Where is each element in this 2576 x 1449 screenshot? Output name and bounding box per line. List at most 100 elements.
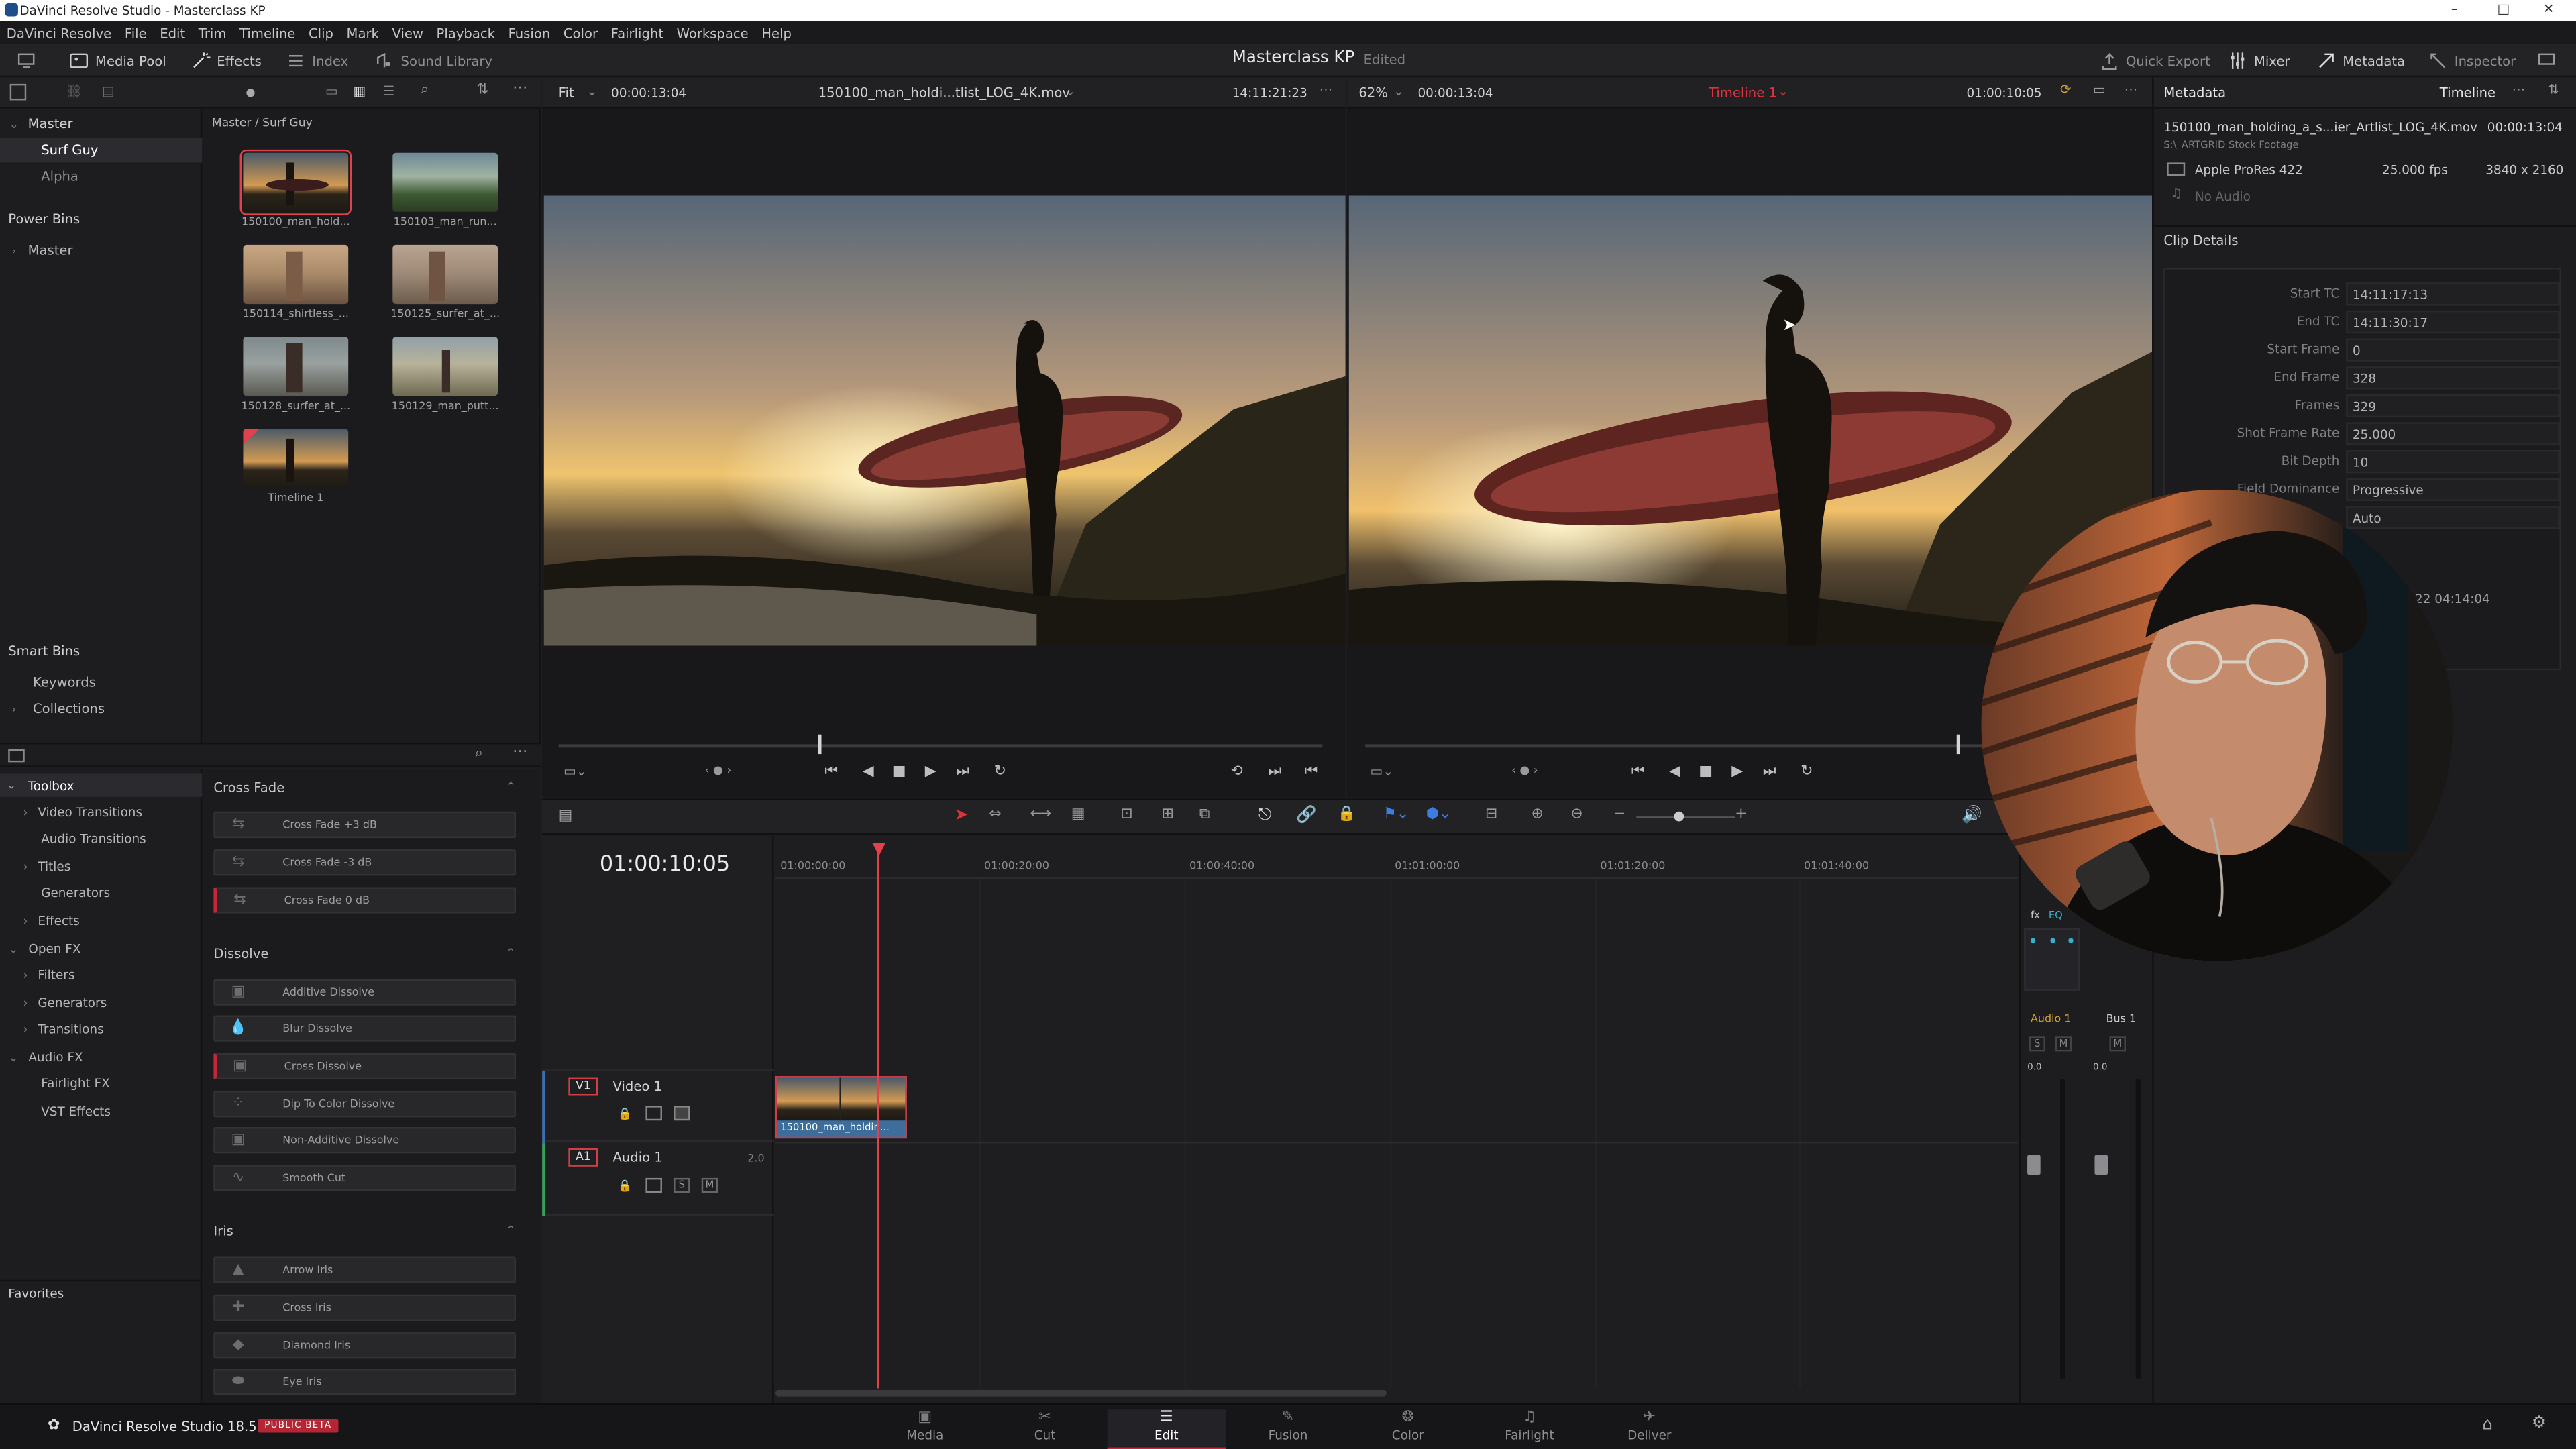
media-pool-button[interactable]: Media Pool bbox=[69, 51, 166, 70]
timeline-name[interactable]: Timeline 1 bbox=[1709, 85, 1777, 100]
detail-zoom-icon[interactable]: ⊕ bbox=[1531, 806, 1543, 822]
position-lock-icon[interactable]: 🔒 bbox=[1337, 806, 1355, 822]
sidebar-toggle-icon[interactable] bbox=[9, 83, 27, 101]
field-value[interactable]: 10 bbox=[2346, 450, 2560, 474]
menu-workspace[interactable]: Workspace bbox=[677, 25, 749, 40]
clip-thumbnail[interactable] bbox=[239, 149, 352, 215]
sync-icon[interactable]: ⟳ bbox=[2060, 82, 2071, 97]
field-value[interactable]: Progressive bbox=[2346, 478, 2560, 501]
list-view-icon[interactable]: ☰ bbox=[383, 84, 395, 99]
monitor-icon[interactable] bbox=[2536, 51, 2556, 70]
timeline-playhead-line[interactable] bbox=[877, 843, 879, 1389]
more-options-icon[interactable]: ⋯ bbox=[1320, 82, 1333, 97]
toolbox-item[interactable]: Fairlight FX bbox=[0, 1071, 202, 1094]
v1-track-tag[interactable]: V1 bbox=[568, 1077, 598, 1096]
clip-thumbnail[interactable] bbox=[243, 337, 349, 396]
toolbox-item[interactable]: › Effects bbox=[0, 908, 202, 931]
field-value[interactable]: 25.000 bbox=[2346, 422, 2560, 445]
eq-label[interactable]: EQ bbox=[2049, 910, 2063, 922]
menu-fairlight[interactable]: Fairlight bbox=[611, 25, 663, 40]
auto-select-icon[interactable] bbox=[645, 1106, 662, 1121]
layout-icon[interactable] bbox=[16, 51, 36, 70]
effect-card[interactable]: 💧 Blur Dissolve bbox=[213, 1015, 516, 1042]
toolbox-item[interactable]: Audio Transitions bbox=[0, 826, 202, 849]
dissolve-section[interactable]: Dissolve ⌃ bbox=[213, 947, 525, 961]
mark-out-icon[interactable]: ⏭ bbox=[1269, 764, 1282, 780]
match-frame-icon[interactable]: ⟲ bbox=[1230, 764, 1242, 780]
toolbox-item[interactable]: ⌄ Audio FX bbox=[0, 1045, 202, 1068]
effect-card[interactable]: ⇆ Cross Fade -3 dB bbox=[213, 849, 516, 876]
effect-card[interactable]: ⁘ Dip To Color Dissolve bbox=[213, 1091, 516, 1118]
timeline-ruler[interactable]: 01:00:00:00 01:00:20:00 01:00:40:00 01:0… bbox=[775, 836, 2018, 879]
mixer-solo-button[interactable]: S bbox=[2029, 1036, 2046, 1052]
custom-zoom-icon[interactable]: ⊖ bbox=[1570, 806, 1582, 822]
more-options-icon[interactable]: ⋯ bbox=[2125, 82, 2138, 97]
loop-icon[interactable]: ↻ bbox=[1801, 764, 1813, 780]
power-bin-master[interactable]: › Master bbox=[0, 238, 202, 263]
smart-bin-keywords[interactable]: Keywords bbox=[0, 670, 202, 695]
play-icon[interactable]: ▶ bbox=[925, 764, 936, 780]
effects-button[interactable]: Effects bbox=[191, 51, 262, 70]
loop-icon[interactable]: ↻ bbox=[994, 764, 1006, 780]
snapping-icon[interactable]: ⎋ bbox=[1258, 806, 1271, 824]
metadata-mode[interactable]: Timeline bbox=[2440, 85, 2496, 100]
bus-mute-button[interactable]: M bbox=[2109, 1036, 2127, 1052]
go-to-end-icon[interactable]: ⏭ bbox=[1763, 764, 1776, 780]
toolbox-item[interactable]: › Video Transitions bbox=[0, 800, 202, 823]
search-icon[interactable]: ⌕ bbox=[421, 82, 429, 98]
zoom-dropdown[interactable]: 62% bbox=[1358, 85, 1388, 100]
menu-trim[interactable]: Trim bbox=[199, 25, 227, 40]
quick-export-button[interactable]: Quick Export bbox=[2100, 51, 2210, 70]
favorites-header[interactable]: Favorites bbox=[0, 1279, 203, 1306]
full-extent-zoom-icon[interactable]: ⊟ bbox=[1485, 806, 1497, 822]
iris-section[interactable]: Iris ⌃ bbox=[213, 1224, 525, 1239]
jog-control[interactable]: ‹ ● › bbox=[1511, 764, 1538, 777]
zoom-slider-knob[interactable] bbox=[1674, 811, 1684, 822]
lock-icon[interactable]: 🔒 bbox=[618, 1108, 632, 1121]
toolbox-item[interactable]: › Transitions bbox=[0, 1017, 202, 1040]
page-color[interactable]: ❂ Color bbox=[1349, 1409, 1467, 1449]
toolbox-item[interactable]: › Titles bbox=[0, 854, 202, 877]
field-value[interactable]: 0 bbox=[2346, 338, 2560, 362]
stop-icon[interactable]: ■ bbox=[1699, 764, 1713, 780]
clip-thumbnail[interactable] bbox=[392, 152, 498, 212]
sort-icon[interactable]: ⇅ bbox=[476, 82, 488, 98]
zoom-in-icon[interactable]: + bbox=[1735, 806, 1747, 822]
timeline-playhead[interactable] bbox=[1957, 734, 1961, 755]
page-fusion[interactable]: ✎ Fusion bbox=[1229, 1409, 1347, 1449]
blade-tool-icon[interactable]: ▦ bbox=[1071, 806, 1085, 822]
collapse-icon[interactable]: ⌃ bbox=[506, 1224, 515, 1238]
settings-gear-icon[interactable]: ⚙ bbox=[2532, 1415, 2546, 1433]
a1-track-tag[interactable]: A1 bbox=[568, 1148, 598, 1167]
replace-clip-icon[interactable]: ⧉ bbox=[1199, 806, 1210, 822]
link-icon[interactable]: ⛓ bbox=[66, 84, 83, 99]
sound-library-button[interactable]: Sound Library bbox=[374, 51, 492, 70]
bus-fader[interactable] bbox=[2094, 1155, 2108, 1175]
play-icon[interactable]: ▶ bbox=[1731, 764, 1743, 780]
sidebar-toggle-icon[interactable] bbox=[8, 749, 25, 763]
fit-dropdown[interactable]: Fit bbox=[559, 85, 574, 100]
more-options-icon[interactable]: ⋯ bbox=[2512, 82, 2526, 97]
menu-mark[interactable]: Mark bbox=[347, 25, 379, 40]
mixer-button[interactable]: Mixer bbox=[2228, 51, 2290, 70]
smart-bin-collections[interactable]: › Collections bbox=[0, 696, 202, 721]
viewer-mode-icon[interactable]: ▭ bbox=[2093, 82, 2106, 97]
effect-card[interactable]: ◆ Diamond Iris bbox=[213, 1332, 516, 1359]
auto-select-icon[interactable] bbox=[645, 1177, 662, 1193]
toolbox-item[interactable]: › Generators bbox=[0, 991, 202, 1014]
toolbox-item[interactable]: Generators bbox=[0, 881, 202, 904]
track-visibility-icon[interactable] bbox=[674, 1106, 690, 1121]
source-clip-name[interactable]: 150100_man_holdi...tlist_LOG_4K.mov bbox=[818, 85, 1070, 100]
inspector-button[interactable]: Inspector bbox=[2428, 51, 2516, 70]
clip-thumbnail[interactable] bbox=[392, 244, 498, 305]
effect-card[interactable]: ▣ Non-Additive Dissolve bbox=[213, 1127, 516, 1154]
collapse-icon[interactable]: ⌃ bbox=[506, 947, 515, 960]
timeline-view-options-icon[interactable]: ▤ bbox=[559, 808, 573, 824]
menu-help[interactable]: Help bbox=[761, 25, 792, 40]
toolbox-item[interactable]: ⌄ Open FX bbox=[0, 936, 202, 959]
menu-color[interactable]: Color bbox=[564, 25, 598, 40]
minimize-button[interactable]: – bbox=[2451, 1, 2458, 16]
menu-edit[interactable]: Edit bbox=[160, 25, 185, 40]
sort-icon[interactable]: ⇅ bbox=[2548, 82, 2559, 97]
clip-thumbnail[interactable] bbox=[243, 244, 349, 305]
